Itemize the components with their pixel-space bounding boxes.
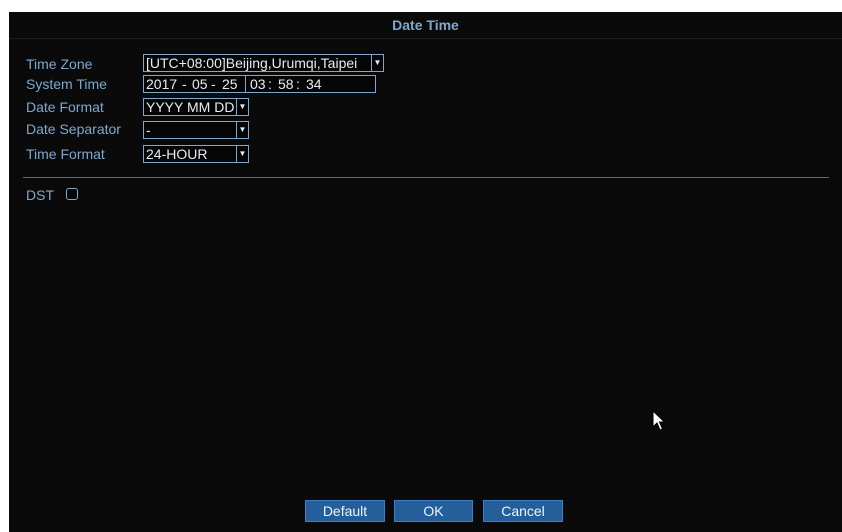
default-button[interactable]: Default — [305, 500, 385, 522]
title-bar: Date Time — [9, 12, 842, 39]
time-zone-value: [UTC+08:00]Beijing,Urumqi,Taipei — [146, 55, 358, 71]
hour-input[interactable]: 03 — [250, 76, 266, 92]
time-colon: : — [268, 76, 272, 92]
time-zone-label: Time Zone — [26, 56, 93, 72]
date-dash: - — [211, 76, 216, 92]
section-divider — [23, 177, 829, 178]
date-separator-label: Date Separator — [26, 121, 121, 137]
mouse-pointer-icon — [652, 410, 666, 431]
dialog-title: Date Time — [392, 17, 459, 33]
date-separator-select[interactable]: - ▼ — [143, 121, 249, 139]
chevron-down-icon[interactable]: ▼ — [236, 146, 248, 162]
time-format-select[interactable]: 24-HOUR ▼ — [143, 145, 249, 163]
field-divider — [245, 76, 246, 92]
date-time-dialog: Date Time Time Zone [UTC+08:00]Beijing,U… — [9, 12, 842, 532]
chevron-down-icon[interactable]: ▼ — [236, 122, 248, 138]
date-separator-value: - — [146, 122, 151, 138]
chevron-down-icon[interactable]: ▼ — [236, 99, 248, 115]
time-colon: : — [296, 76, 300, 92]
date-format-label: Date Format — [26, 99, 104, 115]
system-time-label: System Time — [26, 76, 107, 92]
month-input[interactable]: 05 — [192, 76, 208, 92]
time-zone-select[interactable]: [UTC+08:00]Beijing,Urumqi,Taipei ▼ — [143, 54, 384, 72]
time-format-value: 24-HOUR — [146, 146, 208, 162]
ok-button[interactable]: OK — [394, 500, 473, 522]
cancel-button[interactable]: Cancel — [483, 500, 563, 522]
system-time-field[interactable]: 2017 - 05 - 25 03 : 58 : 34 — [143, 75, 376, 93]
dst-checkbox[interactable] — [66, 188, 78, 200]
date-format-value: YYYY MM DD — [146, 99, 234, 115]
time-format-label: Time Format — [26, 146, 105, 162]
date-format-select[interactable]: YYYY MM DD ▼ — [143, 98, 249, 116]
dst-label: DST — [26, 187, 54, 203]
day-input[interactable]: 25 — [222, 76, 238, 92]
date-dash: - — [182, 76, 187, 92]
chevron-down-icon[interactable]: ▼ — [371, 55, 383, 71]
second-input[interactable]: 34 — [306, 76, 322, 92]
minute-input[interactable]: 58 — [278, 76, 294, 92]
year-input[interactable]: 2017 — [146, 76, 177, 92]
